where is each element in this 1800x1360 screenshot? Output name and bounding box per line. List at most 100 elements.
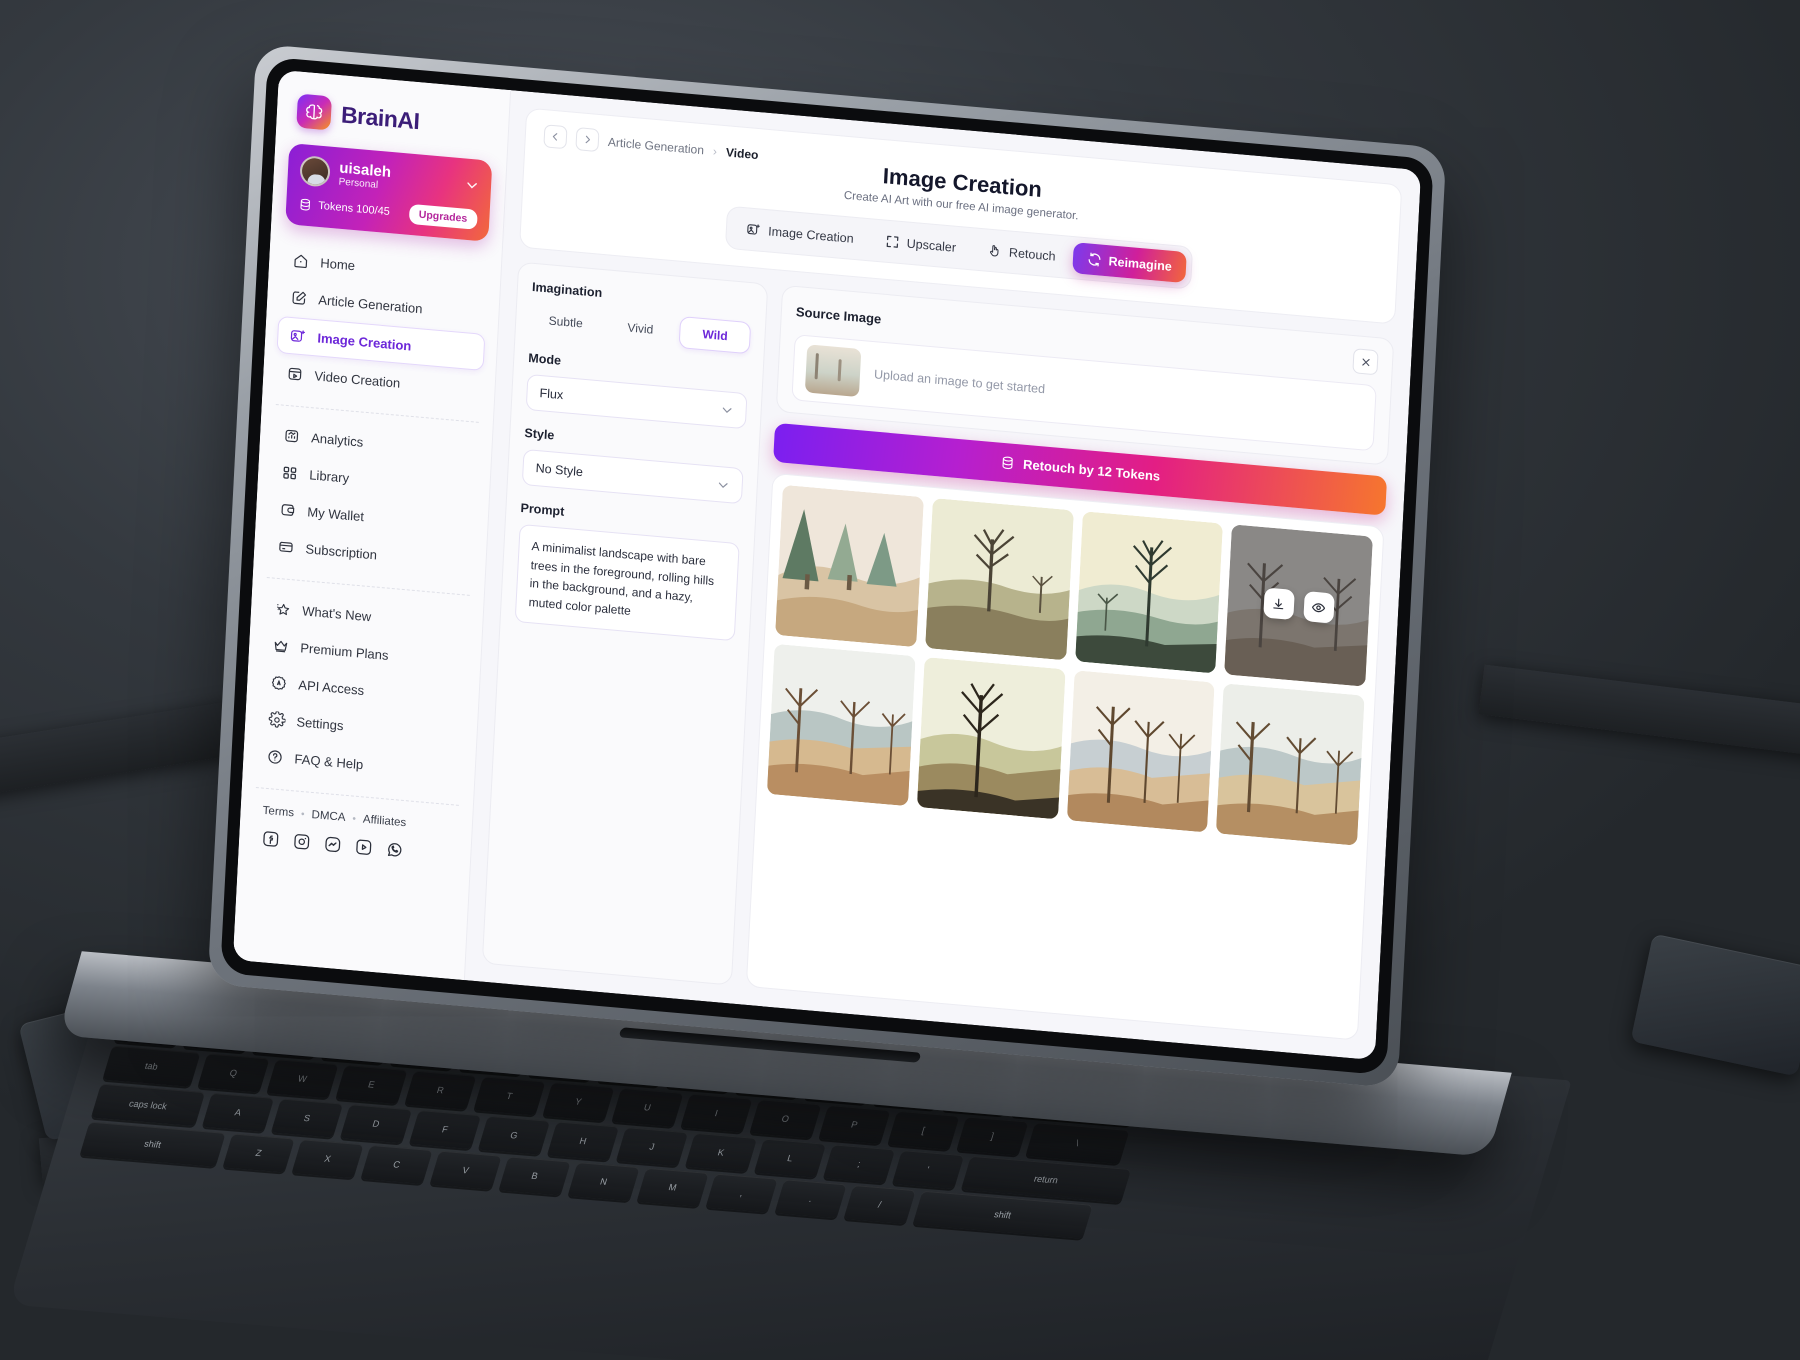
wallet-icon — [279, 501, 297, 519]
avatar — [299, 155, 331, 188]
settings-panel: Imagination Subtle Vivid Wild Mode Flux — [481, 261, 769, 986]
retouch-hand-icon — [987, 243, 1003, 259]
tab-reimagine[interactable]: Reimagine — [1071, 242, 1187, 284]
gallery-tile-overlay — [1224, 524, 1373, 687]
breadcrumb-current: Video — [725, 144, 759, 162]
tab-label: Reimagine — [1108, 253, 1173, 274]
whatsapp-icon[interactable] — [385, 840, 405, 861]
analytics-icon — [283, 427, 301, 445]
gallery-tile[interactable] — [1066, 670, 1215, 833]
home-icon — [292, 252, 310, 270]
sidebar-item-label: Article Generation — [318, 292, 423, 317]
terms-link[interactable]: Terms — [262, 805, 294, 820]
main-content: Article Generation › Video Image Creatio… — [465, 90, 1421, 1060]
style-value: No Style — [535, 461, 584, 480]
sidebar-nav-tertiary: What's New Premium Plans API Access Sett… — [243, 589, 484, 794]
sidebar-item-label: Video Creation — [314, 368, 401, 391]
sidebar-item-label: Analytics — [310, 430, 364, 450]
results-column: Source Image Upload an image to get star… — [745, 284, 1395, 1041]
affiliates-link[interactable]: Affiliates — [363, 814, 407, 830]
mode-select[interactable]: Flux — [525, 373, 748, 430]
refresh-icon — [1086, 251, 1102, 267]
token-balance: Tokens 100/45 — [298, 197, 390, 219]
style-select[interactable]: No Style — [521, 448, 744, 505]
sidebar-item-label: Image Creation — [317, 330, 412, 354]
dmca-link[interactable]: DMCA — [311, 809, 345, 824]
chevron-down-icon — [720, 402, 734, 416]
bullet-separator: • — [300, 808, 305, 820]
question-circle-icon — [266, 748, 284, 766]
image-plus-icon — [746, 221, 762, 237]
tab-label: Upscaler — [906, 236, 957, 255]
forward-button[interactable] — [575, 127, 600, 153]
imagination-option-subtle[interactable]: Subtle — [530, 303, 602, 341]
grid-icon — [281, 464, 299, 482]
messenger-icon[interactable] — [323, 834, 343, 855]
imagination-option-wild[interactable]: Wild — [678, 316, 752, 355]
gallery-tile[interactable] — [1074, 511, 1224, 674]
sidebar-item-label: What's New — [301, 603, 372, 625]
sparkle-star-icon — [274, 600, 292, 618]
card-icon — [277, 538, 295, 556]
eye-icon[interactable] — [1302, 590, 1335, 624]
laptop-mockup: escF1F2F3F4F5F6F7F8F9F10F11F12~123456789… — [0, 0, 1800, 1360]
tab-image-creation[interactable]: Image Creation — [731, 212, 868, 255]
mode-value: Flux — [539, 386, 564, 403]
chevron-down-icon — [716, 477, 730, 491]
sidebar-item-label: Home — [319, 255, 356, 274]
close-icon[interactable] — [1352, 348, 1379, 376]
video-icon — [286, 365, 304, 383]
sidebar-item-label: My Wallet — [307, 504, 365, 525]
source-image-placeholder: Upload an image to get started — [873, 367, 1046, 397]
sidebar-item-label: Subscription — [305, 541, 378, 563]
instagram-icon[interactable] — [292, 831, 312, 852]
token-count-label: Tokens 100/45 — [317, 199, 391, 219]
bullet-separator: • — [352, 813, 357, 825]
edit-square-icon — [290, 289, 308, 307]
sidebar: BrainAI uisaleh Personal Tokens 100/45 U… — [232, 69, 512, 981]
token-icon — [1000, 455, 1016, 471]
account-card[interactable]: uisaleh Personal Tokens 100/45 Upgrades — [285, 142, 493, 242]
sidebar-item-label: Premium Plans — [299, 640, 389, 663]
gallery-tile[interactable] — [916, 656, 1066, 820]
image-gallery — [745, 472, 1385, 1041]
expand-icon — [884, 234, 900, 250]
source-image-thumbnail — [804, 344, 862, 398]
youtube-icon[interactable] — [354, 837, 374, 858]
gallery-tile[interactable] — [766, 643, 916, 807]
chevron-down-icon[interactable] — [465, 178, 480, 193]
gallery-tile[interactable] — [775, 484, 924, 648]
app-window: BrainAI uisaleh Personal Tokens 100/45 U… — [232, 69, 1422, 1061]
sidebar-item-label: FAQ & Help — [294, 751, 364, 773]
token-icon — [298, 197, 313, 212]
laptop-screen: BrainAI uisaleh Personal Tokens 100/45 U… — [232, 69, 1422, 1061]
brain-ai-logo-icon — [296, 93, 332, 131]
sidebar-item-label: Library — [308, 467, 350, 486]
download-icon[interactable] — [1262, 587, 1295, 621]
facebook-icon[interactable] — [261, 829, 281, 850]
gallery-tile[interactable] — [1216, 683, 1365, 846]
badge-a-icon — [270, 674, 288, 692]
upgrades-button[interactable]: Upgrades — [408, 203, 478, 230]
back-button[interactable] — [543, 124, 568, 150]
sidebar-nav-secondary: Analytics Library My Wallet Subscription — [253, 416, 492, 584]
breadcrumb-separator: › — [712, 143, 718, 158]
tab-retouch[interactable]: Retouch — [972, 233, 1070, 272]
tab-label: Image Creation — [767, 223, 855, 246]
prompt-input[interactable]: A minimalist landscape with bare trees i… — [514, 523, 740, 642]
retouch-submit-label: Retouch by 12 Tokens — [1022, 456, 1161, 484]
crown-icon — [272, 637, 290, 655]
imagination-option-vivid[interactable]: Vivid — [604, 309, 676, 347]
sidebar-nav-primary: Home Article Generation Image Creation V… — [262, 241, 501, 411]
gallery-tile[interactable] — [924, 497, 1074, 661]
imagination-segmented-control: Subtle Vivid Wild — [530, 303, 752, 355]
workspace: Imagination Subtle Vivid Wild Mode Flux — [481, 261, 1395, 1041]
source-image-title: Source Image — [795, 304, 882, 327]
image-plus-icon — [289, 327, 307, 345]
gear-icon — [268, 710, 286, 729]
tab-label: Retouch — [1008, 245, 1056, 264]
sidebar-item-label: API Access — [298, 677, 365, 699]
gallery-tile-selected[interactable] — [1224, 524, 1373, 687]
brand-name: BrainAI — [340, 100, 421, 134]
tab-upscaler[interactable]: Upscaler — [870, 224, 971, 264]
